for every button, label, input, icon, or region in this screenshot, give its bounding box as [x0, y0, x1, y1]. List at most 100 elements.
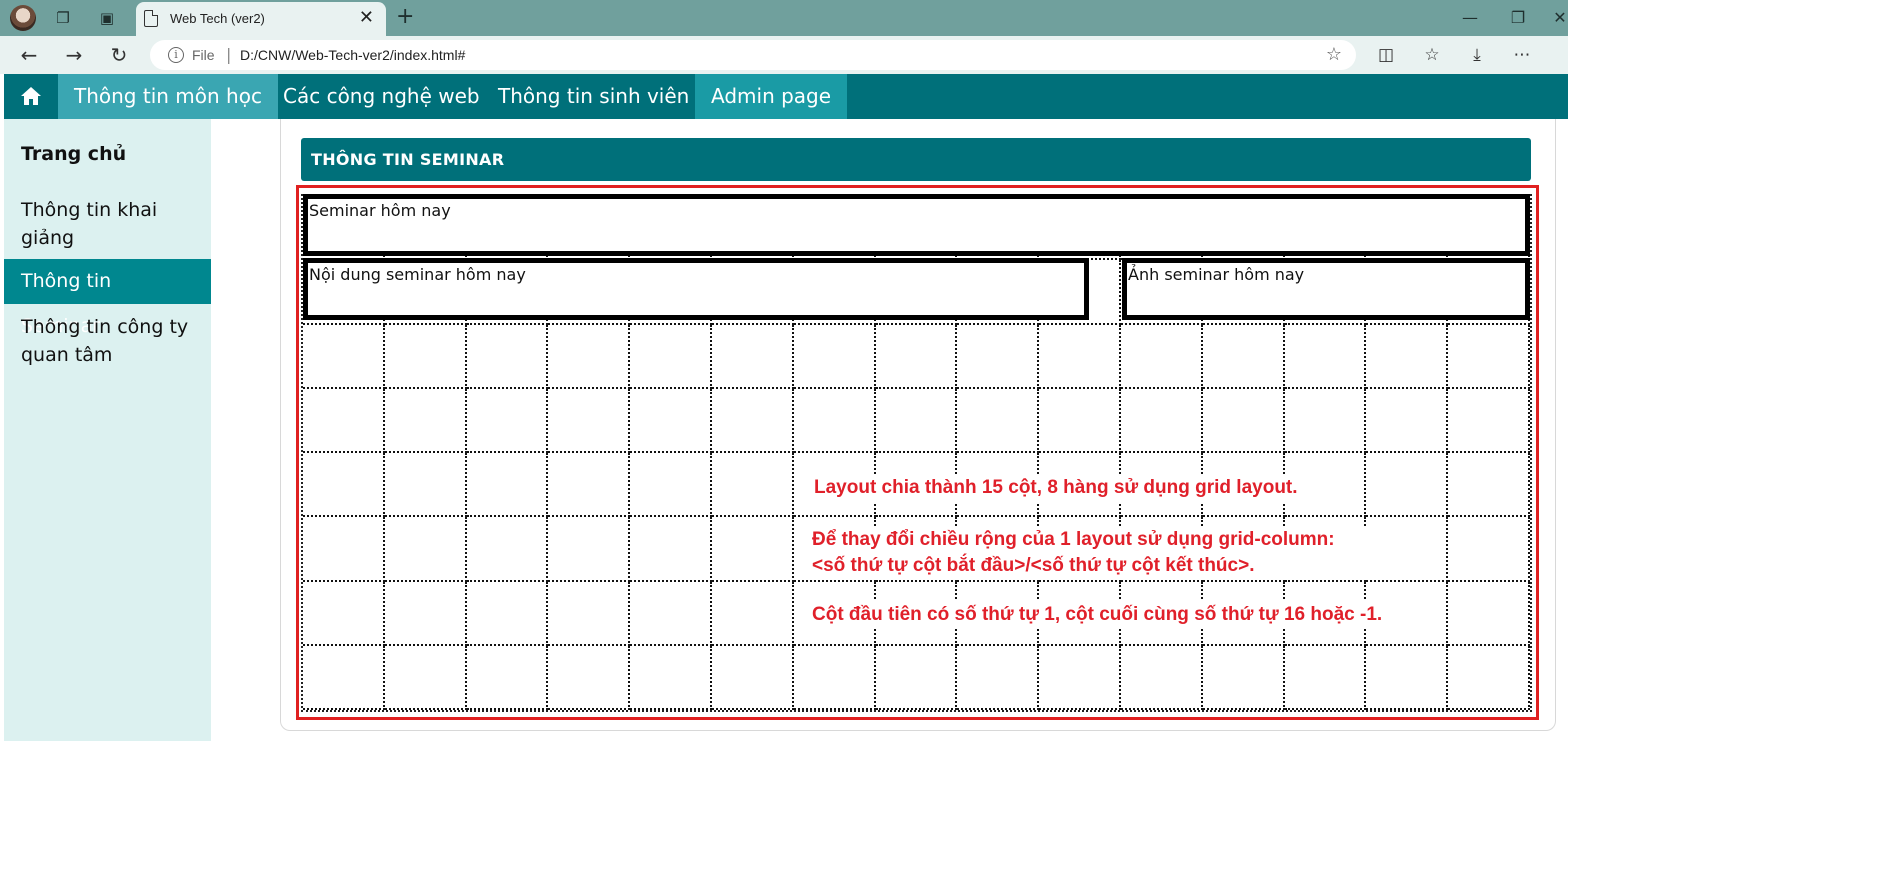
grid-cell — [548, 581, 631, 646]
sidebar-title[interactable]: Trang chủ — [21, 143, 126, 165]
grid-cell — [1448, 453, 1530, 518]
grid-cell — [1121, 324, 1203, 389]
grid-cell — [1202, 388, 1285, 453]
seminar-today-label: Seminar hôm nay — [309, 201, 451, 220]
grid-cell — [303, 645, 385, 710]
grid-cell — [875, 324, 958, 389]
web-page: Thông tin môn học Các công nghệ web Thôn… — [4, 74, 1568, 741]
grid-cell — [1284, 645, 1367, 710]
grid-cell — [384, 388, 467, 453]
nav-item-student-info[interactable]: Thông tin sinh viên — [482, 74, 705, 119]
grid-cell — [1284, 388, 1367, 453]
new-tab-icon[interactable]: + — [396, 4, 414, 30]
grid-cell — [712, 581, 794, 646]
grid-cell — [793, 645, 876, 710]
seminar-image-label: Ảnh seminar hôm nay — [1128, 265, 1305, 284]
grid-cell — [466, 645, 549, 710]
grid-cell — [1448, 324, 1530, 389]
grid-cell — [466, 388, 549, 453]
url-separator: | — [226, 45, 232, 64]
more-icon[interactable]: ⋯ — [1510, 43, 1534, 67]
split-screen-icon[interactable]: ◫ — [1374, 43, 1398, 67]
seminar-image-box: Ảnh seminar hôm nay — [1122, 258, 1530, 320]
grid-cell — [548, 453, 631, 518]
home-button[interactable] — [4, 74, 58, 119]
grid-cell — [303, 388, 385, 453]
grid-cell — [548, 324, 631, 389]
grid-cell — [1448, 581, 1530, 646]
restore-icon[interactable]: ❐ — [1506, 6, 1530, 30]
grid-cell — [1366, 388, 1449, 453]
back-icon[interactable]: ← — [16, 42, 42, 68]
sidebar-item-opening-info[interactable]: Thông tin khai giảng — [4, 196, 211, 252]
favorite-star-icon[interactable]: ☆ — [1326, 44, 1342, 65]
url-text[interactable]: D:/CNW/Web-Tech-ver2/index.html# — [240, 47, 465, 63]
favorites-icon[interactable]: ☆ — [1420, 43, 1444, 67]
annotation-note-1: Layout chia thành 15 cột, 8 hàng sử dụng… — [810, 474, 1302, 502]
sidebar: Trang chủ Thông tin khai giảng Thông tin… — [4, 119, 211, 741]
browser-tab[interactable]: Web Tech (ver2) ✕ — [136, 2, 386, 36]
browser-titlebar: ❐ ▣ Web Tech (ver2) ✕ + — ❐ ✕ — [0, 0, 1568, 36]
close-window-icon[interactable]: ✕ — [1548, 6, 1572, 30]
annotation-note-3: <số thứ tự cột bắt đầu>/<số thứ tự cột k… — [808, 552, 1374, 580]
grid-cell — [1121, 645, 1203, 710]
grid-cell — [384, 517, 467, 582]
info-icon[interactable]: i — [168, 47, 184, 63]
grid-cell — [384, 581, 467, 646]
top-navigation: Thông tin môn học Các công nghệ web Thôn… — [4, 74, 1568, 119]
grid-cell — [1202, 645, 1285, 710]
sidebar-item-seminar-info[interactable]: Thông tin Seminar — [4, 259, 211, 337]
tab-title: Web Tech (ver2) — [170, 11, 265, 26]
grid-cell — [630, 324, 712, 389]
profile-avatar[interactable] — [10, 5, 36, 31]
url-scheme-label: File — [192, 47, 215, 63]
minimize-icon[interactable]: — — [1458, 6, 1482, 30]
grid-cell — [466, 453, 549, 518]
grid-cell — [1121, 388, 1203, 453]
grid-cell — [1366, 517, 1449, 582]
grid-cell — [1039, 645, 1121, 710]
grid-cell — [384, 453, 467, 518]
nav-item-course-info[interactable]: Thông tin môn học — [58, 74, 278, 119]
grid-cell — [1366, 645, 1449, 710]
grid-cell — [466, 581, 549, 646]
grid-cell — [957, 324, 1040, 389]
grid-cell — [384, 645, 467, 710]
grid-cell — [1366, 453, 1449, 518]
close-tab-icon[interactable]: ✕ — [359, 8, 374, 28]
sidebar-item-company-info[interactable]: Thông tin công ty quan tâm — [4, 313, 211, 369]
grid-cell — [793, 388, 876, 453]
grid-cell — [466, 324, 549, 389]
grid-cell — [957, 388, 1040, 453]
address-bar[interactable]: i File | D:/CNW/Web-Tech-ver2/index.html… — [150, 40, 1356, 70]
tab-actions-icon[interactable]: ▣ — [96, 7, 118, 29]
grid-cell — [793, 324, 876, 389]
grid-cell — [630, 453, 712, 518]
page-icon — [144, 10, 158, 27]
grid-cell — [384, 324, 467, 389]
forward-icon[interactable]: → — [61, 42, 87, 68]
grid-cell — [1284, 324, 1367, 389]
nav-item-web-technologies[interactable]: Các công nghệ web — [267, 74, 496, 119]
grid-cell — [712, 388, 794, 453]
grid-cell — [875, 645, 958, 710]
grid-cell — [548, 388, 631, 453]
nav-item-admin-page[interactable]: Admin page — [695, 74, 848, 119]
grid-cell — [1202, 324, 1285, 389]
grid-cell — [630, 388, 712, 453]
grid-cell — [303, 453, 385, 518]
section-title: THÔNG TIN SEMINAR — [311, 150, 505, 169]
grid-cell — [875, 388, 958, 453]
grid-cell — [1448, 388, 1530, 453]
grid-cell — [712, 645, 794, 710]
refresh-icon[interactable]: ↻ — [106, 42, 132, 68]
grid-cell — [630, 645, 712, 710]
grid-cell — [303, 324, 385, 389]
seminar-content-box: Nội dung seminar hôm nay — [303, 258, 1089, 320]
grid-cell — [1039, 388, 1121, 453]
annotation-note-4: Cột đầu tiên có số thứ tự 1, cột cuối cù… — [808, 601, 1387, 629]
grid-cell — [1039, 324, 1121, 389]
grid-cell — [466, 517, 549, 582]
workspaces-icon[interactable]: ❐ — [52, 7, 74, 29]
downloads-icon[interactable]: ⤓ — [1465, 43, 1489, 67]
